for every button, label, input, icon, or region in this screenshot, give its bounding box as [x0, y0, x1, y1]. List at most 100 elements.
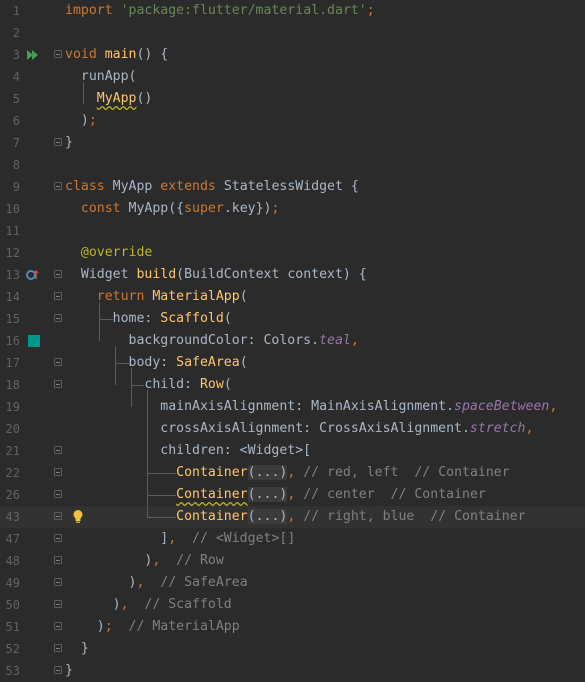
code-token: (	[239, 289, 248, 304]
code-line[interactable]: 7}	[0, 132, 585, 154]
fold-toggle-icon[interactable]	[54, 490, 62, 498]
code-line[interactable]: 20 crossAxisAlignment: CrossAxisAlignmen…	[0, 418, 585, 440]
line-number: 16	[5, 334, 20, 348]
fold-toggle-icon[interactable]	[54, 270, 62, 278]
line-number: 26	[5, 488, 20, 502]
code-line[interactable]: 21 children: <Widget>[	[0, 440, 585, 462]
fold-toggle-icon[interactable]	[54, 512, 62, 520]
code-text: Widget build(BuildContext context) {	[65, 264, 367, 286]
line-number: 5	[12, 92, 20, 106]
code-token: )	[65, 553, 153, 568]
code-text: Container(...), // red, left // Containe…	[65, 462, 510, 484]
code-line[interactable]: 48 ), // Row	[0, 550, 585, 572]
fold-toggle-icon[interactable]	[54, 644, 62, 652]
fold-toggle-icon[interactable]	[54, 358, 62, 366]
code-token: (...)	[247, 509, 288, 524]
code-line[interactable]: 15 home: Scaffold(	[0, 308, 585, 330]
fold-toggle-icon[interactable]	[54, 622, 62, 630]
code-line[interactable]: 13 Widget build(BuildContext context) {	[0, 264, 585, 286]
code-token: MaterialApp	[152, 289, 240, 304]
code-line[interactable]: 1 import 'package:flutter/material.dart';	[0, 0, 585, 22]
code-line[interactable]: 49 ), // SafeArea	[0, 572, 585, 594]
code-token: // center // Container	[303, 487, 486, 502]
fold-toggle-icon[interactable]	[54, 182, 62, 190]
fold-toggle-icon[interactable]	[54, 534, 62, 542]
code-line[interactable]: 26 Container(...), // center // Containe…	[0, 484, 585, 506]
code-line[interactable]: 11	[0, 220, 585, 242]
code-line[interactable]: 2	[0, 22, 585, 44]
code-line[interactable]: 4 runApp(	[0, 66, 585, 88]
code-line[interactable]: 50 ), // Scaffold	[0, 594, 585, 616]
code-line[interactable]: 22 Container(...), // red, left // Conta…	[0, 462, 585, 484]
code-text: class MyApp extends StatelessWidget {	[65, 176, 359, 198]
code-token: () {	[136, 47, 169, 62]
code-token: ,	[525, 421, 534, 436]
fold-toggle-icon[interactable]	[54, 138, 62, 146]
code-token: ;	[366, 3, 375, 18]
code-text: home: Scaffold(	[65, 308, 232, 330]
code-token: MyApp	[96, 91, 137, 106]
code-line[interactable]: 52 }	[0, 638, 585, 660]
code-text: ), // Scaffold	[65, 594, 232, 616]
code-text: return MaterialApp(	[65, 286, 248, 308]
code-line[interactable]: 51 ); // MaterialApp	[0, 616, 585, 638]
fold-toggle-icon[interactable]	[54, 666, 62, 674]
code-line[interactable]: 8	[0, 154, 585, 176]
code-token: StatelessWidget {	[223, 179, 359, 194]
code-text: MyApp()	[65, 88, 153, 110]
code-token: )	[65, 619, 105, 634]
line-number: 13	[5, 268, 20, 282]
code-text: body: SafeArea(	[65, 352, 248, 374]
code-text: ), // Row	[65, 550, 223, 572]
code-token: )	[65, 113, 89, 128]
code-text: @override	[65, 242, 152, 264]
code-editor[interactable]: 1 import 'package:flutter/material.dart';…	[0, 0, 585, 682]
code-token: ,	[549, 399, 558, 414]
code-line[interactable]: 17 body: SafeArea(	[0, 352, 585, 374]
widget-guide-line	[130, 368, 132, 407]
run-icon[interactable]	[26, 48, 40, 62]
code-token: crossAxisAlignment: CrossAxisAlignment.	[65, 421, 470, 436]
code-line[interactable]: 14 return MaterialApp(	[0, 286, 585, 308]
fold-toggle-icon[interactable]	[54, 578, 62, 586]
code-line[interactable]: 12 @override	[0, 242, 585, 264]
code-text: child: Row(	[65, 374, 231, 396]
fold-toggle-icon[interactable]	[54, 446, 62, 454]
code-token: runApp(	[65, 69, 137, 84]
override-icon[interactable]	[26, 268, 40, 282]
code-token: backgroundColor: Colors.	[65, 333, 320, 348]
code-line[interactable]: 47 ], // <Widget>[]	[0, 528, 585, 550]
code-line[interactable]: 3 void main() {	[0, 44, 585, 66]
code-token: MyApp	[112, 179, 161, 194]
color-swatch-icon[interactable]	[28, 335, 40, 347]
code-line[interactable]: 5 MyApp()	[0, 88, 585, 110]
code-text: mainAxisAlignment: MainAxisAlignment.spa…	[65, 396, 557, 418]
fold-toggle-icon[interactable]	[54, 600, 62, 608]
code-token: ,	[287, 487, 304, 502]
fold-toggle-icon[interactable]	[54, 468, 62, 476]
code-token: Container	[176, 487, 248, 502]
code-line[interactable]: 18 child: Row(	[0, 374, 585, 396]
code-token: ,	[136, 575, 161, 590]
code-line[interactable]: 19 mainAxisAlignment: MainAxisAlignment.…	[0, 396, 585, 418]
code-line[interactable]: 43 Container(...), // right, blue // Con…	[0, 506, 585, 528]
fold-toggle-icon[interactable]	[54, 292, 62, 300]
line-number: 52	[5, 642, 20, 656]
fold-toggle-icon[interactable]	[54, 50, 62, 58]
code-line[interactable]: 9 class MyApp extends StatelessWidget {	[0, 176, 585, 198]
fold-toggle-icon[interactable]	[54, 314, 62, 322]
widget-guide-line	[82, 82, 84, 104]
fold-toggle-icon[interactable]	[54, 556, 62, 564]
line-number: 48	[5, 554, 20, 568]
code-line[interactable]: 16 backgroundColor: Colors.teal,	[0, 330, 585, 352]
fold-toggle-icon[interactable]	[54, 380, 62, 388]
code-token: }	[65, 135, 73, 150]
code-line[interactable]: 53}	[0, 660, 585, 682]
code-token: (...)	[247, 487, 288, 502]
widget-guide-line	[146, 517, 177, 518]
line-number: 1	[12, 4, 20, 18]
code-token: ()	[136, 91, 153, 106]
code-line[interactable]: 6 );	[0, 110, 585, 132]
code-token: void	[65, 47, 105, 62]
code-line[interactable]: 10 const MyApp({super.key});	[0, 198, 585, 220]
